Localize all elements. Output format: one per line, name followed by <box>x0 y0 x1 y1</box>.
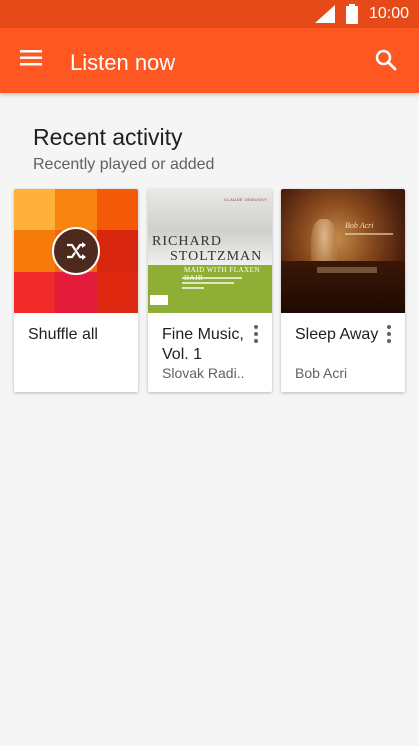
shuffle-button[interactable] <box>52 227 100 275</box>
menu-icon <box>20 50 42 66</box>
search-icon <box>375 49 397 71</box>
card-subtitle: Slovak Radi.. <box>162 365 245 381</box>
album-art-artist-2: STOLTZMAN <box>170 249 263 264</box>
album-art-label: CLAUDE DEBUSSY <box>224 197 268 202</box>
album-card-sleep-away[interactable]: Bob Acri Sleep Away Bob Acri <box>281 189 405 392</box>
album-art-signature: Bob Acri <box>345 221 374 230</box>
shuffle-icon <box>67 242 86 260</box>
album-art: Bob Acri <box>281 189 405 313</box>
search-button[interactable] <box>369 45 405 77</box>
card-title: Sleep Away <box>295 326 379 343</box>
album-card-fine-music[interactable]: CLAUDE DEBUSSY RICHARD STOLTZMAN MAID WI… <box>148 189 272 392</box>
signal-icon <box>314 5 335 23</box>
clock: 10:00 <box>368 5 409 22</box>
card-title: Shuffle all <box>28 326 98 343</box>
menu-button[interactable] <box>14 45 50 77</box>
card-title: Fine Music, Vol. 1 <box>162 326 244 363</box>
section-title: Recent activity <box>33 124 183 150</box>
album-art: CLAUDE DEBUSSY RICHARD STOLTZMAN MAID WI… <box>148 189 272 313</box>
section-subtitle: Recently played or added <box>33 156 215 173</box>
app-bar: Listen now <box>0 28 419 93</box>
status-bar: 10:00 <box>0 0 419 28</box>
card-subtitle: Bob Acri <box>295 365 348 381</box>
label-logo <box>150 295 168 305</box>
more-options-button[interactable] <box>381 323 397 345</box>
status-icons: 10:00 <box>314 0 409 28</box>
album-art-artist: RICHARD <box>152 234 223 249</box>
page-title: Listen now <box>70 50 176 75</box>
shuffle-art <box>14 189 138 313</box>
shuffle-all-card[interactable]: Shuffle all <box>14 189 138 392</box>
battery-icon <box>345 4 358 24</box>
album-art-work: MAID WITH FLAXEN HAIR <box>184 266 260 282</box>
more-options-button[interactable] <box>248 323 264 345</box>
